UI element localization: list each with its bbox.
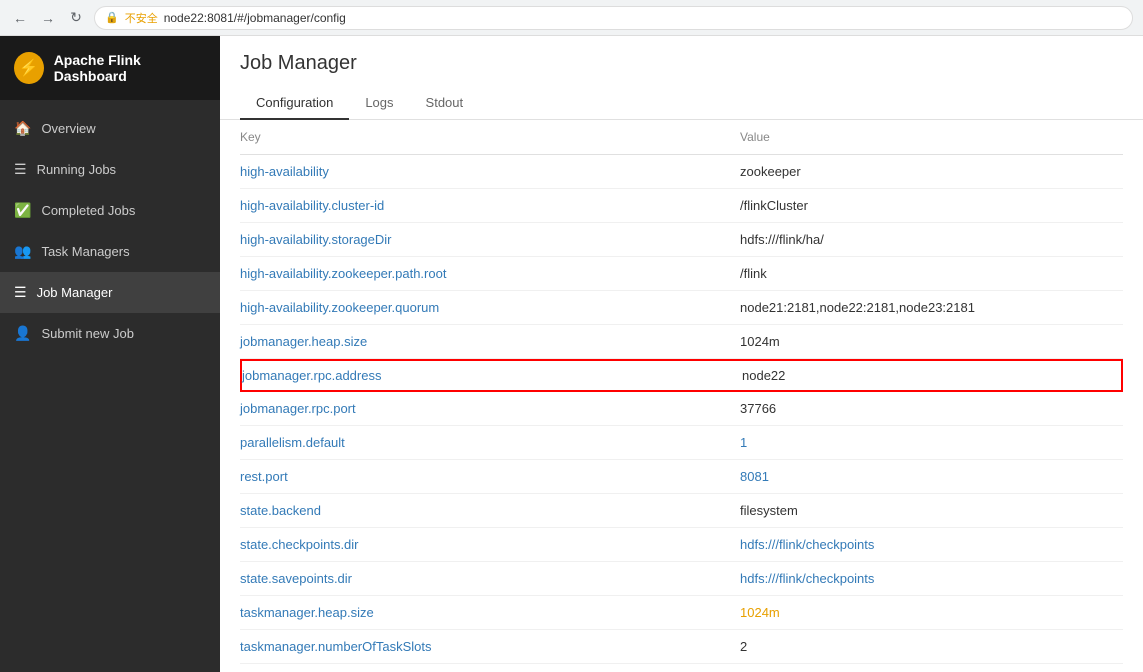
cell-key: high-availability.cluster-id [240,198,740,213]
sidebar-item-submit-job[interactable]: 👤 Submit new Job [0,313,220,354]
running-jobs-label: Running Jobs [37,162,117,177]
browser-bar: ← → ↻ 🔒 不安全 node22:8081/#/jobmanager/con… [0,0,1143,36]
lock-icon: 🔒 [105,11,119,24]
overview-icon: 🏠 [14,120,31,137]
page-header: Job Manager Configuration Logs Stdout [220,36,1143,120]
table-row: state.checkpoints.dirhdfs:///flink/check… [240,528,1123,562]
cell-value: zookeeper [740,164,1123,179]
table-row: high-availability.storageDirhdfs:///flin… [240,223,1123,257]
submit-job-label: Submit new Job [41,326,134,341]
table-row: taskmanager.heap.size1024m [240,596,1123,630]
sidebar-item-running-jobs[interactable]: ☰ Running Jobs [0,149,220,190]
task-managers-label: Task Managers [41,244,129,259]
reload-button[interactable]: ↻ [66,8,86,28]
submit-job-icon: 👤 [14,325,31,342]
key-column-header: Key [240,130,740,144]
table-row: jobmanager.heap.size1024m [240,325,1123,359]
cell-key: taskmanager.heap.size [240,605,740,620]
cell-key: jobmanager.rpc.port [240,401,740,416]
sidebar: ⚡ Apache Flink Dashboard 🏠 Overview ☰ Ru… [0,36,220,672]
cell-key: jobmanager.heap.size [240,334,740,349]
table-row: rest.port8081 [240,460,1123,494]
page-title: Job Manager [240,52,1123,75]
table-row: parallelism.default1 [240,426,1123,460]
cell-value: node21:2181,node22:2181,node23:2181 [740,300,1123,315]
sidebar-item-completed-jobs[interactable]: ✅ Completed Jobs [0,190,220,231]
tab-logs[interactable]: Logs [349,87,409,120]
table-row: web.tmpdir/tmp/flink-web-108de005-1ee3-4… [240,664,1123,672]
cell-key: high-availability.zookeeper.quorum [240,300,740,315]
running-jobs-icon: ☰ [14,161,27,178]
table-row: high-availability.cluster-id/flinkCluste… [240,189,1123,223]
cell-key: high-availability.zookeeper.path.root [240,266,740,281]
cell-value: 1 [740,435,1123,450]
table-row: high-availability.zookeeper.path.root/fl… [240,257,1123,291]
cell-value: 2 [740,639,1123,654]
table-row: high-availability.zookeeper.quorumnode21… [240,291,1123,325]
cell-key: jobmanager.rpc.address [242,368,742,383]
completed-jobs-label: Completed Jobs [41,203,135,218]
tab-configuration[interactable]: Configuration [240,87,349,120]
cell-value: /flink [740,266,1123,281]
logo-text: Apache Flink Dashboard [54,52,206,84]
cell-key: state.checkpoints.dir [240,537,740,552]
back-button[interactable]: ← [10,8,30,28]
completed-jobs-icon: ✅ [14,202,31,219]
cell-value: hdfs:///flink/ha/ [740,232,1123,247]
table-row: taskmanager.numberOfTaskSlots2 [240,630,1123,664]
cell-value: 37766 [740,401,1123,416]
tab-bar: Configuration Logs Stdout [240,87,1123,119]
cell-value: 8081 [740,469,1123,484]
cell-key: state.backend [240,503,740,518]
cell-key: state.savepoints.dir [240,571,740,586]
tab-stdout[interactable]: Stdout [410,87,480,120]
cell-key: high-availability.storageDir [240,232,740,247]
value-column-header: Value [740,130,1123,144]
sidebar-item-overview[interactable]: 🏠 Overview [0,108,220,149]
logo-icon: ⚡ [14,52,44,84]
task-managers-icon: 👥 [14,243,31,260]
config-table: high-availabilityzookeeperhigh-availabil… [220,155,1143,672]
cell-value: 1024m [740,334,1123,349]
cell-key: rest.port [240,469,740,484]
cell-value: /flinkCluster [740,198,1123,213]
security-warn-text: 不安全 [125,10,158,26]
cell-value: 1024m [740,605,1123,620]
overview-label: Overview [41,121,95,136]
cell-value: hdfs:///flink/checkpoints [740,537,1123,552]
app-container: ⚡ Apache Flink Dashboard 🏠 Overview ☰ Ru… [0,36,1143,672]
cell-key: high-availability [240,164,740,179]
table-row: high-availabilityzookeeper [240,155,1123,189]
table-row: jobmanager.rpc.port37766 [240,392,1123,426]
table-row: jobmanager.rpc.addressnode22 [240,359,1123,392]
cell-value: filesystem [740,503,1123,518]
sidebar-item-job-manager[interactable]: ☰ Job Manager [0,272,220,313]
cell-value: node22 [742,368,1121,383]
main-content: Job Manager Configuration Logs Stdout Ke… [220,36,1143,672]
job-manager-label: Job Manager [37,285,113,300]
cell-key: taskmanager.numberOfTaskSlots [240,639,740,654]
address-bar[interactable]: 🔒 不安全 node22:8081/#/jobmanager/config [94,6,1133,30]
table-row: state.backendfilesystem [240,494,1123,528]
forward-button[interactable]: → [38,8,58,28]
table-row: state.savepoints.dirhdfs:///flink/checkp… [240,562,1123,596]
sidebar-nav: 🏠 Overview ☰ Running Jobs ✅ Completed Jo… [0,100,220,672]
job-manager-icon: ☰ [14,284,27,301]
sidebar-logo: ⚡ Apache Flink Dashboard [0,36,220,100]
url-text: node22:8081/#/jobmanager/config [164,11,346,25]
table-column-headers: Key Value [240,120,1123,155]
cell-key: parallelism.default [240,435,740,450]
cell-value: hdfs:///flink/checkpoints [740,571,1123,586]
sidebar-item-task-managers[interactable]: 👥 Task Managers [0,231,220,272]
